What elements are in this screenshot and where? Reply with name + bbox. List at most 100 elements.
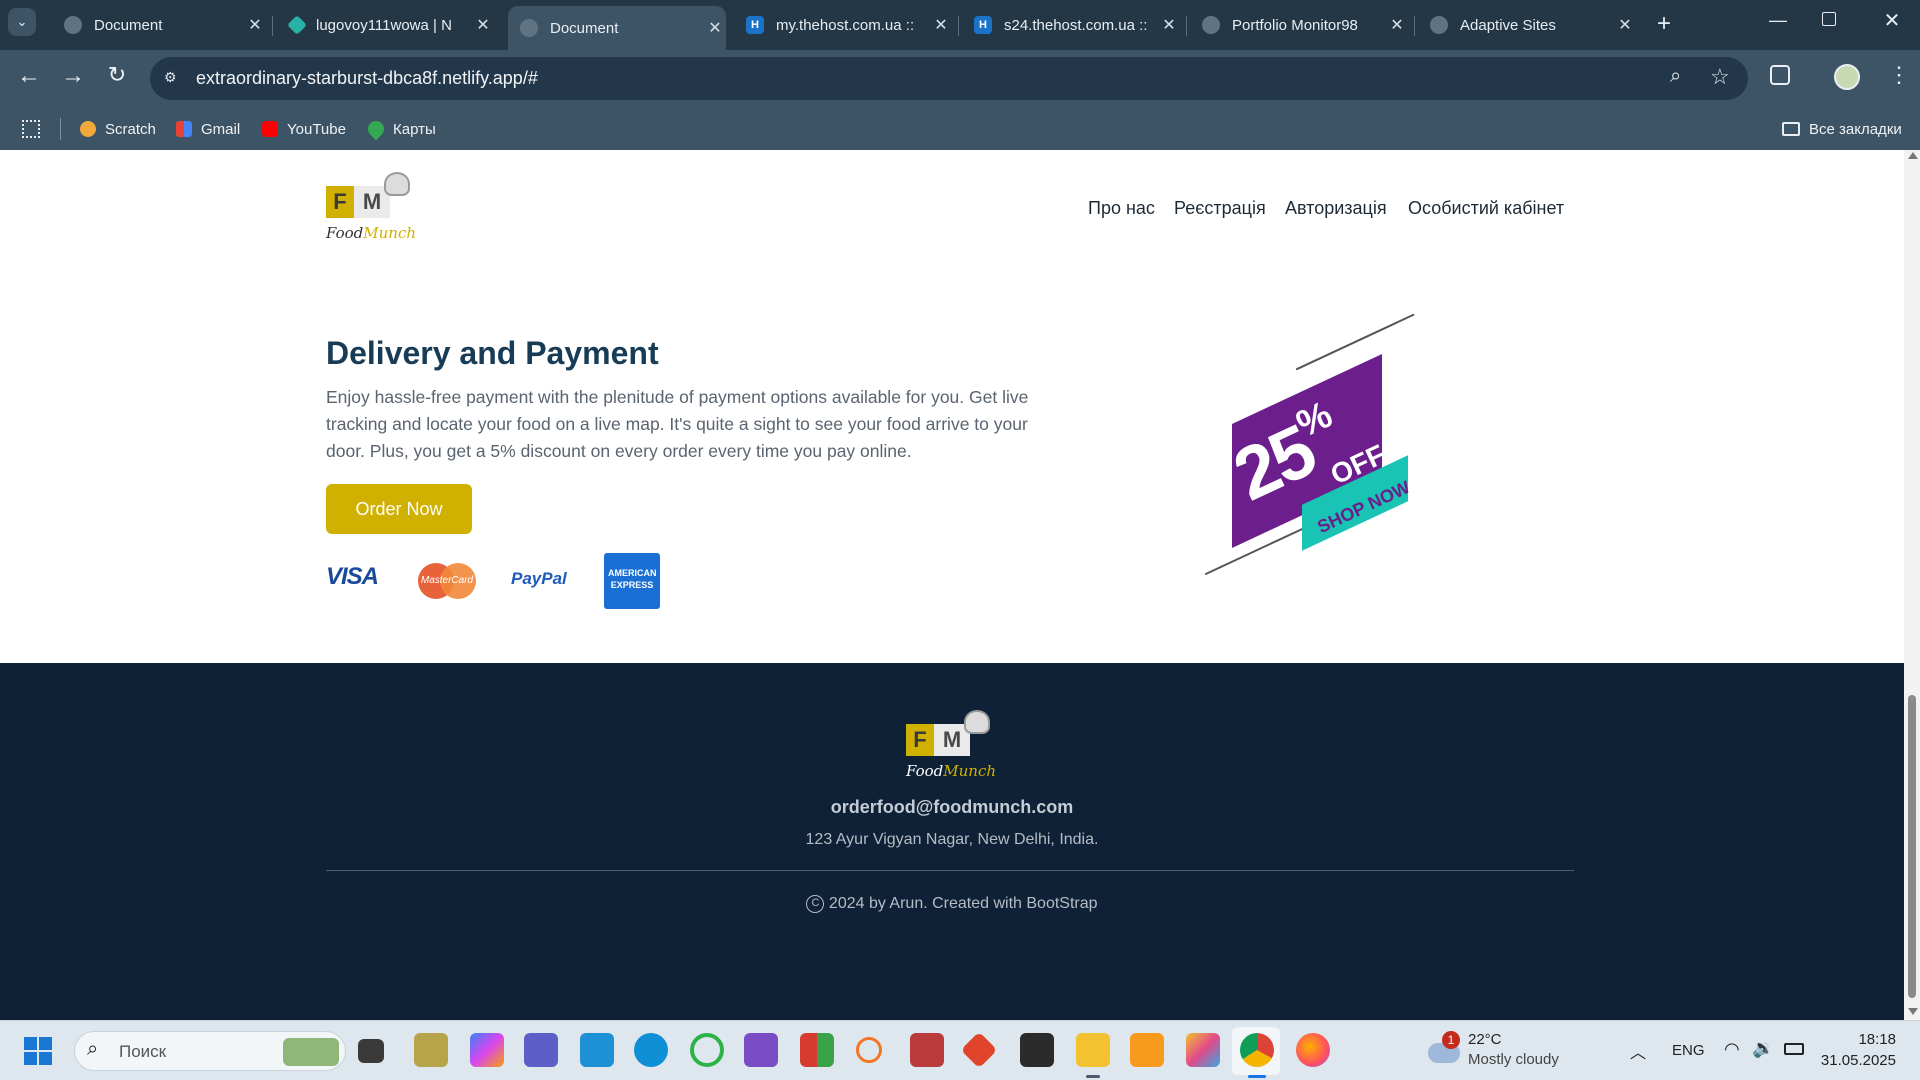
reload-icon[interactable]: ↻	[102, 62, 132, 92]
weather-widget[interactable]: 1 22°C Mostly cloudy	[1426, 1029, 1586, 1073]
footer-copyright: C 2024 by Arun. Created with BootStrap	[0, 895, 1904, 913]
bookmark-label: Gmail	[201, 120, 241, 138]
footer-divider	[326, 870, 1574, 871]
firefox-icon[interactable]	[1296, 1033, 1330, 1067]
app-icon-blue-bolt[interactable]	[580, 1033, 614, 1067]
copilot-icon[interactable]	[470, 1033, 504, 1067]
footer-email[interactable]: orderfood@foodmunch.com	[0, 797, 1904, 818]
bookmark-gmail[interactable]: Gmail	[176, 118, 240, 140]
logo-f-box: F	[906, 724, 934, 756]
tab-document-1[interactable]: Document ✕	[56, 8, 266, 42]
terminal-icon[interactable]	[1020, 1033, 1054, 1067]
logo-f-box: F	[326, 186, 354, 218]
url-text[interactable]: extraordinary-starburst-dbca8f.netlify.a…	[196, 68, 538, 89]
site-info-icon[interactable]: ⚙	[164, 69, 184, 87]
bookmark-maps[interactable]: Карты	[364, 117, 436, 141]
promo-badge[interactable]: 25% OFF SHOP NOW	[1204, 313, 1430, 575]
battery-icon[interactable]	[1784, 1043, 1804, 1055]
edge-icon[interactable]	[634, 1033, 668, 1067]
tray-chevron-icon[interactable]: ︿	[1630, 1039, 1646, 1063]
back-icon[interactable]: ←	[14, 62, 44, 92]
globe-icon	[1430, 16, 1448, 34]
site-footer: F M FoodMunch orderfood@foodmunch.com 12…	[0, 663, 1904, 1020]
scratch-icon	[80, 121, 96, 137]
menu-kebab-icon[interactable]: ⋮	[1888, 62, 1910, 88]
tab-netlify[interactable]: lugovoy111wowa | N ✕	[282, 8, 494, 42]
app-icon-1[interactable]	[414, 1033, 448, 1067]
address-bar[interactable]: ⚙ extraordinary-starburst-dbca8f.netlify…	[150, 57, 1748, 100]
volume-icon[interactable]: 🔉	[1752, 1038, 1774, 1059]
scroll-down-icon[interactable]	[1908, 1008, 1918, 1015]
sublime-text-icon[interactable]	[1130, 1033, 1164, 1067]
teams-icon[interactable]	[524, 1033, 558, 1067]
order-now-button[interactable]: Order Now	[326, 484, 472, 534]
site-logo[interactable]: F M FoodMunch	[326, 170, 416, 250]
windows-taskbar: ⌕ Поиск 1 22°C Mostly cloudy ︿ ENG ◠ 🔉 1…	[0, 1020, 1920, 1080]
search-icon: ⌕	[87, 1038, 99, 1060]
bookmark-star-icon[interactable]: ☆	[1710, 64, 1730, 90]
all-bookmarks-label: Все закладки	[1809, 120, 1902, 138]
close-icon[interactable]: ✕	[704, 18, 726, 38]
globe-icon	[520, 19, 538, 37]
tab-title: Document	[550, 19, 619, 37]
nav-register[interactable]: Реєстрація	[1174, 198, 1266, 219]
file-explorer-icon[interactable]	[1076, 1033, 1110, 1067]
wifi-icon[interactable]: ◠	[1724, 1039, 1740, 1060]
nav-login[interactable]: Авторизація	[1285, 198, 1387, 219]
gmail-icon	[176, 121, 192, 137]
copyright-text: 2024 by Arun. Created with BootStrap	[828, 895, 1098, 913]
tab-adaptive-sites[interactable]: Adaptive Sites ✕	[1422, 8, 1636, 42]
page-scrollbar[interactable]	[1904, 150, 1920, 1020]
all-bookmarks[interactable]: Все закладки	[1782, 118, 1902, 140]
visual-studio-icon[interactable]	[744, 1033, 778, 1067]
apps-grid-icon[interactable]	[22, 120, 40, 138]
app-icon-colored-cube[interactable]	[800, 1033, 834, 1067]
forward-icon[interactable]: →	[58, 62, 88, 92]
filezilla-icon[interactable]	[910, 1033, 944, 1067]
bookmark-scratch[interactable]: Scratch	[80, 118, 156, 140]
clock-date[interactable]: 31.05.2025	[1810, 1052, 1896, 1069]
scroll-up-icon[interactable]	[1908, 152, 1918, 159]
globe-icon	[1202, 16, 1220, 34]
app-icon-green-ring[interactable]	[690, 1033, 724, 1067]
nav-account[interactable]: Особистий кабінет	[1408, 198, 1564, 219]
nav-about[interactable]: Про нас	[1088, 198, 1155, 219]
windows-start-icon[interactable]	[24, 1037, 52, 1065]
promo-line	[1295, 313, 1415, 370]
close-icon[interactable]: ✕	[244, 15, 266, 35]
tab-thehost-my[interactable]: H my.thehost.com.ua :: ✕	[738, 8, 952, 42]
close-icon[interactable]: ✕	[1614, 15, 1636, 35]
taskbar-search-box[interactable]: ⌕ Поиск	[74, 1031, 346, 1071]
clock-time[interactable]: 18:18	[1826, 1031, 1896, 1048]
zoom-icon[interactable]: ⌕	[1670, 65, 1681, 88]
copyright-icon: C	[806, 895, 825, 913]
tab-thehost-s24[interactable]: H s24.thehost.com.ua :: ✕	[966, 8, 1180, 42]
app-icon-diamond[interactable]	[1186, 1033, 1220, 1067]
chrome-icon[interactable]	[1240, 1033, 1274, 1067]
maps-icon	[364, 117, 388, 141]
scrollbar-thumb[interactable]	[1908, 695, 1916, 998]
tab-separator	[272, 16, 273, 36]
close-window-icon[interactable]: ✕	[1880, 8, 1904, 32]
browser-toolbar: ← → ↻ ⚙ extraordinary-starburst-dbca8f.n…	[0, 50, 1920, 108]
bookmark-youtube[interactable]: YouTube	[262, 118, 346, 140]
new-tab-button[interactable]: +	[1650, 10, 1678, 38]
tab-document-active[interactable]: Document ✕	[508, 6, 726, 50]
weather-notification-badge: 1	[1442, 1031, 1460, 1049]
git-icon[interactable]	[960, 1031, 998, 1069]
running-indicator	[1086, 1075, 1100, 1078]
footer-logo[interactable]: F M FoodMunch	[906, 708, 996, 788]
extensions-icon[interactable]	[1770, 65, 1790, 85]
restore-icon[interactable]	[1822, 12, 1836, 26]
task-view-icon[interactable]	[358, 1039, 384, 1063]
close-icon[interactable]: ✕	[1386, 15, 1408, 35]
close-icon[interactable]: ✕	[930, 15, 952, 35]
close-icon[interactable]: ✕	[1158, 15, 1180, 35]
minimize-icon[interactable]: —	[1766, 10, 1790, 34]
language-indicator[interactable]: ENG	[1672, 1042, 1705, 1059]
close-icon[interactable]: ✕	[472, 15, 494, 35]
profile-avatar[interactable]	[1834, 64, 1860, 90]
tab-portfolio[interactable]: Portfolio Monitor98 ✕	[1194, 8, 1408, 42]
tab-search-button[interactable]: ⌄	[8, 8, 36, 36]
jupyter-icon[interactable]	[856, 1037, 882, 1063]
